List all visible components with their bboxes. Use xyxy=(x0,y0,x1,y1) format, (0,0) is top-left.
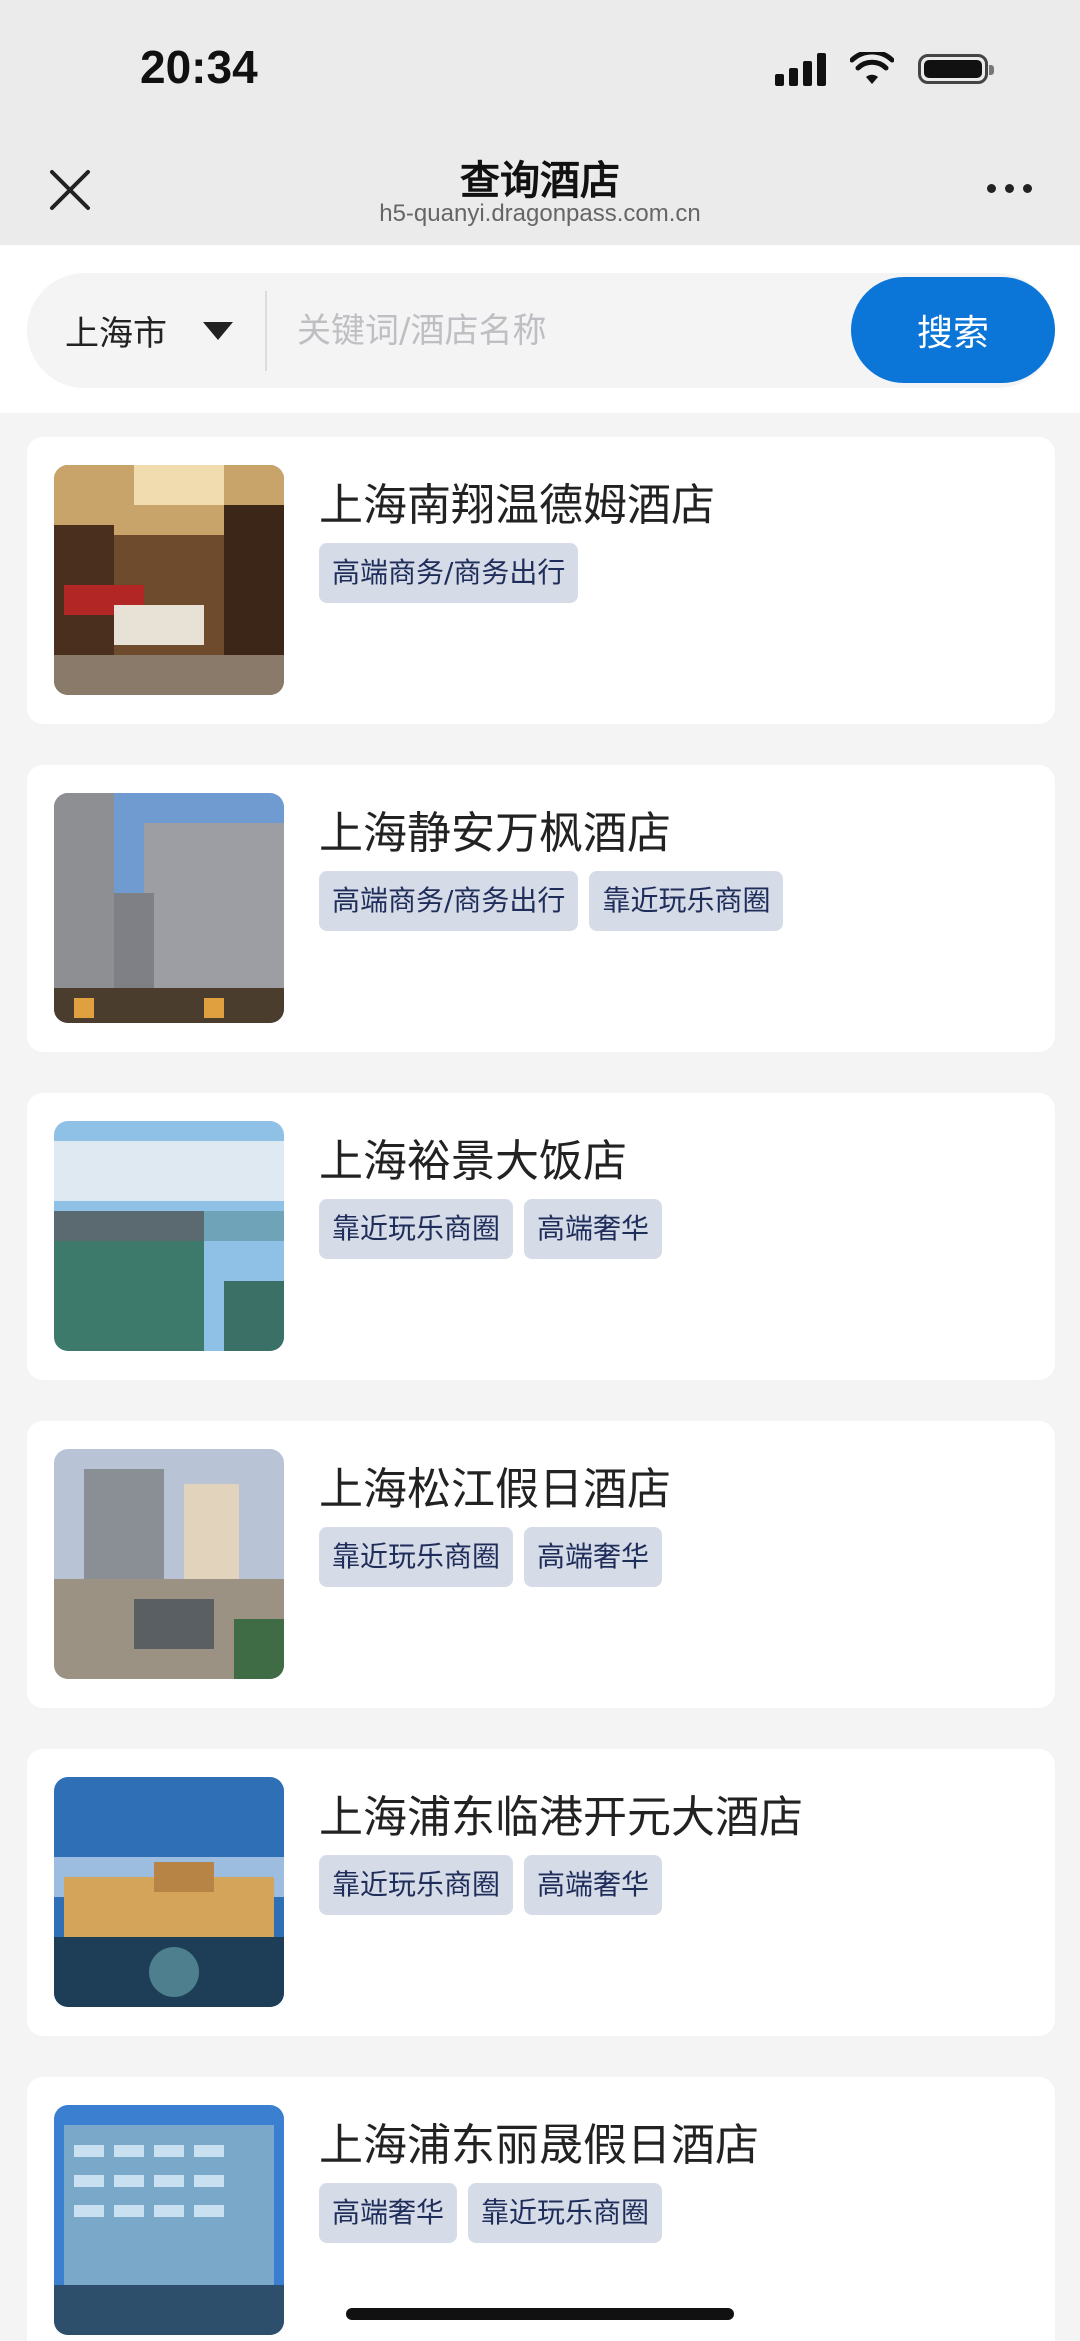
hotel-name: 上海南翔温德姆酒店 xyxy=(319,480,715,531)
hotel-card[interactable]: 上海浦东丽晟假日酒店 高端奢华 靠近玩乐商圈 xyxy=(27,2077,1055,2341)
tag: 靠近玩乐商圈 xyxy=(319,1855,514,1915)
tag-list: 高端商务/商务出行 xyxy=(319,543,579,603)
search-area: 上海市 搜索 xyxy=(0,245,1080,413)
search-button[interactable]: 搜索 xyxy=(851,277,1055,383)
tag-list: 靠近玩乐商圈 高端奢华 xyxy=(319,1527,663,1587)
hotel-card[interactable]: 上海浦东临港开元大酒店 靠近玩乐商圈 高端奢华 xyxy=(27,1749,1055,2036)
hotel-name: 上海静安万枫酒店 xyxy=(319,808,671,859)
top-bar: 20:34 查询酒店 h5-quanyi.dragonpass.com.cn xyxy=(0,0,1080,245)
hotel-photo xyxy=(54,2105,284,2335)
tag-list: 靠近玩乐商圈 高端奢华 xyxy=(319,1199,663,1259)
hotel-card[interactable]: 上海静安万枫酒店 高端商务/商务出行 靠近玩乐商圈 xyxy=(27,765,1055,1052)
hotel-card[interactable]: 上海裕景大饭店 靠近玩乐商圈 高端奢华 xyxy=(27,1093,1055,1380)
hotel-photo xyxy=(54,1777,284,2007)
signal-icon xyxy=(775,52,826,86)
battery-icon xyxy=(918,54,994,84)
tag: 高端商务/商务出行 xyxy=(319,543,579,603)
divider xyxy=(265,291,267,371)
status-icons xyxy=(775,52,994,86)
hotel-name: 上海浦东临港开元大酒店 xyxy=(319,1792,803,1843)
page-url: h5-quanyi.dragonpass.com.cn xyxy=(379,200,701,227)
city-label: 上海市 xyxy=(65,314,167,354)
home-indicator xyxy=(346,2308,734,2320)
tag: 靠近玩乐商圈 xyxy=(319,1527,514,1587)
tag: 高端奢华 xyxy=(319,2183,458,2243)
search-input[interactable] xyxy=(295,295,859,367)
hotel-photo xyxy=(54,1449,284,1679)
tag: 高端奢华 xyxy=(524,1199,663,1259)
caret-down-icon xyxy=(203,321,233,340)
tag-list: 高端奢华 靠近玩乐商圈 xyxy=(319,2183,663,2243)
tag: 靠近玩乐商圈 xyxy=(319,1199,514,1259)
tag: 靠近玩乐商圈 xyxy=(589,871,784,931)
hotel-name: 上海松江假日酒店 xyxy=(319,1464,671,1515)
hotel-list: 上海南翔温德姆酒店 高端商务/商务出行 上海静安万枫酒店 高端商务/商务出行 靠… xyxy=(27,437,1055,2341)
more-icon[interactable] xyxy=(987,184,1032,193)
tag: 靠近玩乐商圈 xyxy=(468,2183,663,2243)
status-time: 20:34 xyxy=(140,41,258,93)
hotel-photo xyxy=(54,793,284,1023)
city-selector[interactable]: 上海市 xyxy=(65,273,233,388)
tag: 高端奢华 xyxy=(524,1527,663,1587)
wifi-icon xyxy=(850,52,894,84)
hotel-name: 上海浦东丽晟假日酒店 xyxy=(319,2120,759,2171)
hotel-photo xyxy=(54,465,284,695)
hotel-name: 上海裕景大饭店 xyxy=(319,1136,627,1187)
hotel-card[interactable]: 上海松江假日酒店 靠近玩乐商圈 高端奢华 xyxy=(27,1421,1055,1708)
page-title: 查询酒店 xyxy=(460,158,620,204)
hotel-card[interactable]: 上海南翔温德姆酒店 高端商务/商务出行 xyxy=(27,437,1055,724)
tag-list: 高端商务/商务出行 靠近玩乐商圈 xyxy=(319,871,784,931)
hotel-photo xyxy=(54,1121,284,1351)
tag-list: 靠近玩乐商圈 高端奢华 xyxy=(319,1855,663,1915)
search-bar: 上海市 搜索 xyxy=(27,273,1055,388)
tag: 高端奢华 xyxy=(524,1855,663,1915)
tag: 高端商务/商务出行 xyxy=(319,871,579,931)
screen: 20:34 查询酒店 h5-quanyi.dragonpass.com.cn 上… xyxy=(0,0,1080,2341)
